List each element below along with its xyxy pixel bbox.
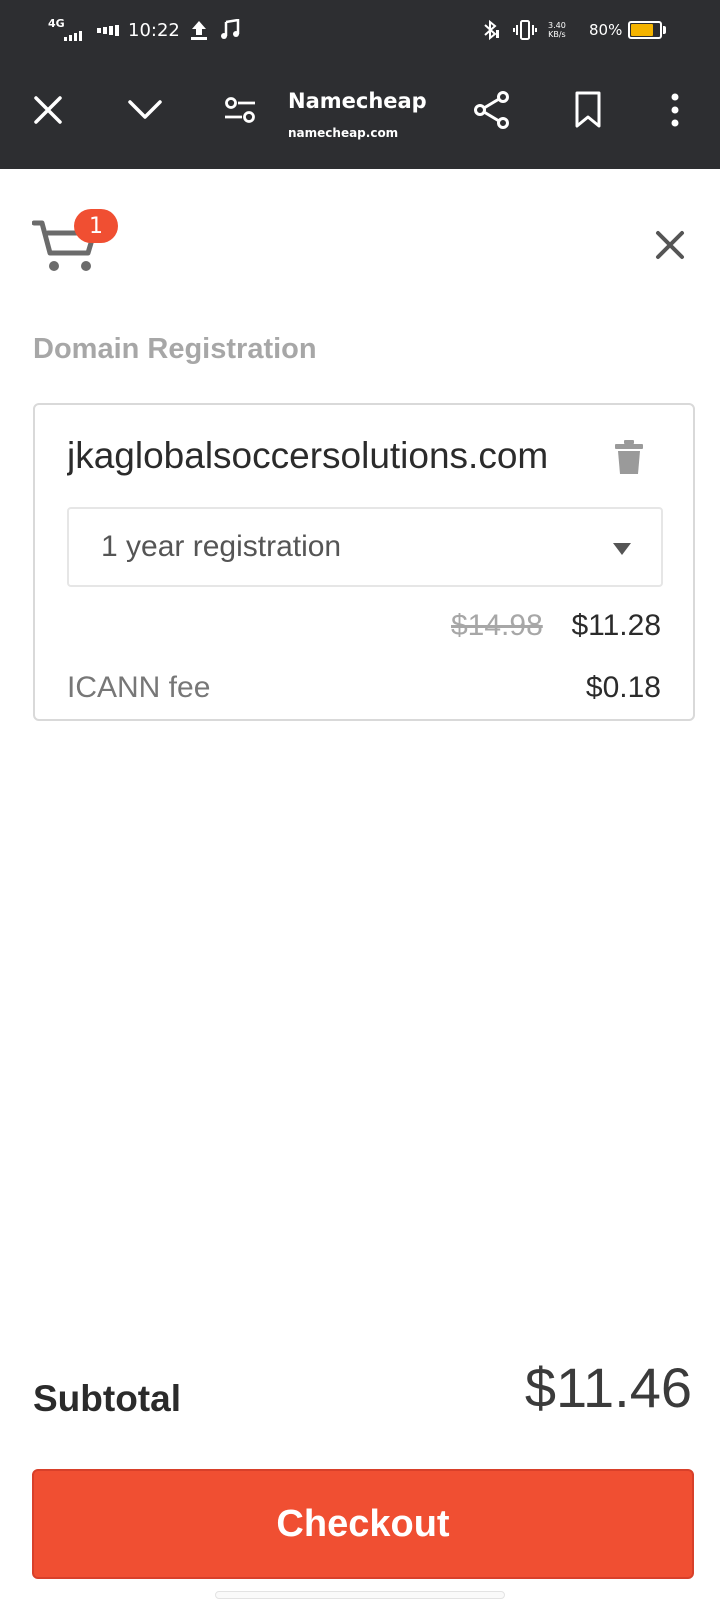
remove-item-button[interactable] xyxy=(611,437,647,477)
registration-term-select[interactable]: 1 year registration xyxy=(67,507,663,587)
browser-top-bar: 4G 10:22 3.40 KB/s 80% Namecheap nameche… xyxy=(0,0,720,169)
share-icon xyxy=(474,91,509,129)
upload-icon xyxy=(190,17,208,43)
cart-panel: 1 Domain Registration jkaglobalsoccersol… xyxy=(0,169,720,1600)
status-bar: 4G 10:22 3.40 KB/s 80% xyxy=(0,0,720,60)
registration-term-value: 1 year registration xyxy=(101,530,342,563)
share-button[interactable] xyxy=(468,86,516,134)
data-speed: 3.40 KB/s xyxy=(548,17,566,43)
site-settings-button[interactable] xyxy=(216,86,264,134)
collapse-button[interactable] xyxy=(121,86,169,134)
bluetooth-icon xyxy=(482,17,500,43)
more-vertical-icon xyxy=(671,93,679,127)
chevron-down-icon xyxy=(128,100,162,119)
network-type-label: 4G xyxy=(48,17,65,30)
subtotal-value: $11.46 xyxy=(524,1356,692,1419)
signal-strength-icon xyxy=(97,17,119,43)
vibrate-icon xyxy=(513,17,537,43)
battery-icon xyxy=(628,17,666,43)
tune-settings-icon xyxy=(225,97,255,123)
trash-icon xyxy=(615,440,643,474)
cart-count-badge: 1 xyxy=(74,209,118,243)
bookmark-icon xyxy=(575,91,601,128)
cart-button[interactable]: 1 xyxy=(32,209,122,279)
battery-percent: 80% xyxy=(589,21,623,39)
music-note-icon xyxy=(220,17,240,43)
site-title[interactable]: Namecheap xyxy=(288,89,427,113)
domain-name: jkaglobalsoccersolutions.com xyxy=(67,435,549,476)
site-url[interactable]: namecheap.com xyxy=(288,126,398,140)
caret-down-icon xyxy=(613,543,631,555)
home-indicator[interactable] xyxy=(215,1591,505,1599)
close-icon xyxy=(656,231,684,259)
data-speed-unit: KB/s xyxy=(548,30,566,39)
cart-item-card: jkaglobalsoccersolutions.com 1 year regi… xyxy=(33,403,695,721)
close-cart-button[interactable] xyxy=(648,223,692,267)
icann-fee-label: ICANN fee xyxy=(67,671,211,704)
checkout-button[interactable]: Checkout xyxy=(32,1469,694,1579)
subtotal-label: Subtotal xyxy=(33,1378,181,1419)
bookmark-button[interactable] xyxy=(564,86,612,134)
more-options-button[interactable] xyxy=(651,86,699,134)
close-icon xyxy=(34,96,62,124)
network-4g-icon: 4G xyxy=(48,17,84,43)
icann-fee-value: $0.18 xyxy=(585,671,661,704)
close-tab-button[interactable] xyxy=(24,86,72,134)
data-speed-value: 3.40 xyxy=(548,21,566,30)
section-title: Domain Registration xyxy=(33,333,317,365)
status-time: 10:22 xyxy=(128,19,180,41)
original-price: $14.98 xyxy=(451,609,543,642)
sale-price: $11.28 xyxy=(571,609,661,642)
